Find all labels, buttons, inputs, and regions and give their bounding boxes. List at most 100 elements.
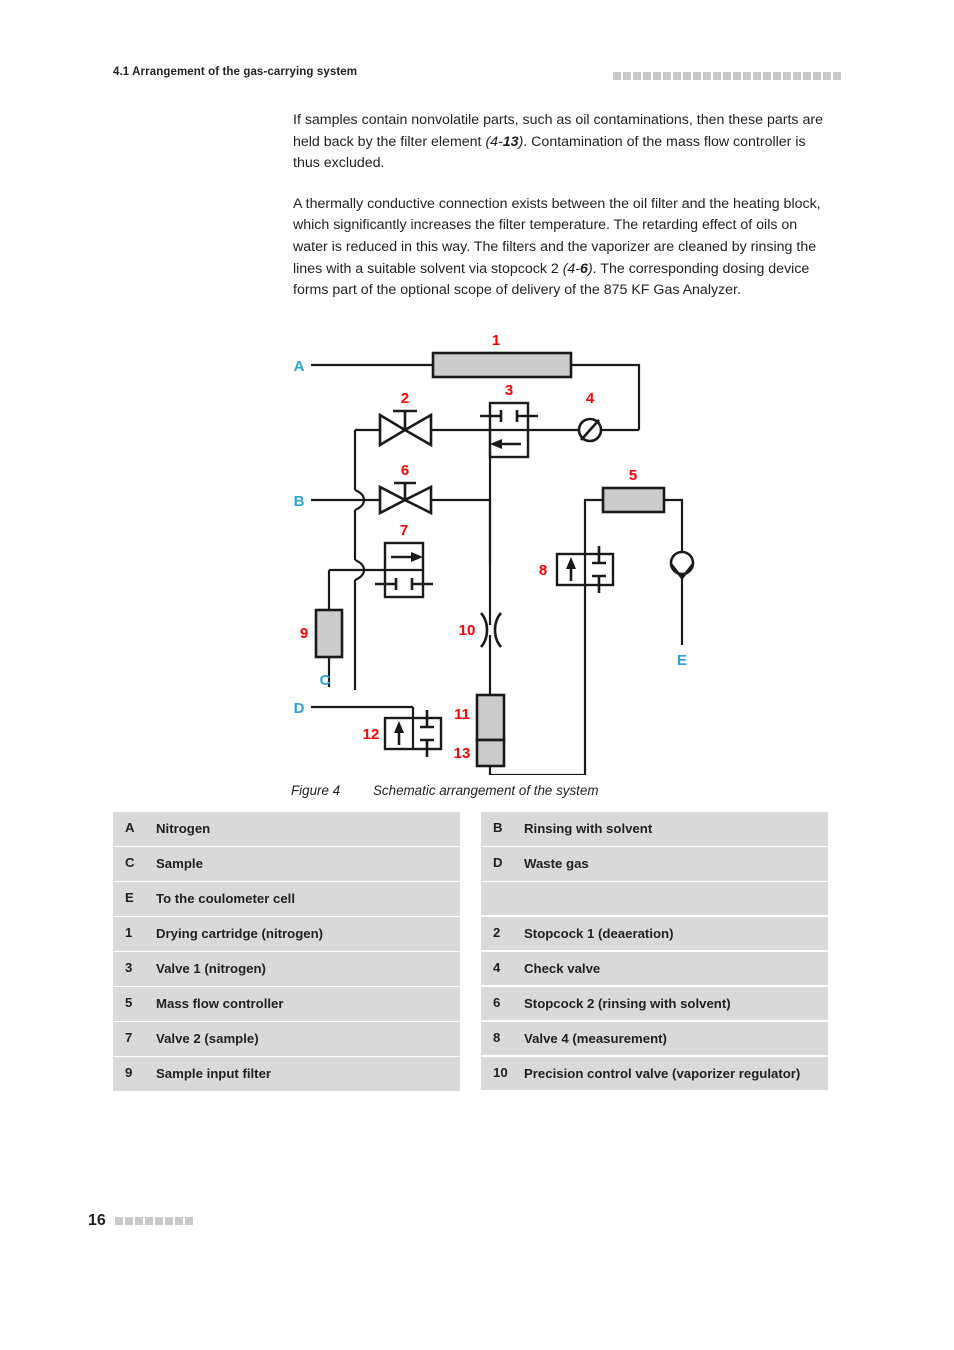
legend-row-key: E <box>125 890 134 905</box>
legend-column-right: B Rinsing with solvent D Waste gas 2 Stopcock… <box>481 812 828 1091</box>
label-number-1: 1 <box>492 335 500 349</box>
legend-row: C Sample <box>113 847 460 881</box>
port-label-B: B <box>294 493 305 510</box>
legend-row-value: Sample input filter <box>156 1066 272 1081</box>
legend-row-value: To the coulometer cell <box>156 891 295 906</box>
decoration-square <box>813 72 821 80</box>
component-mass-flow-controller <box>601 486 666 514</box>
paragraph-2-ref-number: 6 <box>580 260 588 277</box>
paragraph-2: A thermally conductive connection exists… <box>293 194 829 302</box>
legend-row-key: 4 <box>493 959 501 975</box>
decoration-square <box>683 72 691 80</box>
legend-row-value: Waste gas <box>524 856 589 871</box>
legend-row: 4 Check valve <box>481 951 828 985</box>
label-number-9: 9 <box>300 625 308 642</box>
legend-row: 6 Stopcock 2 (rinsing with solvent) <box>481 986 828 1020</box>
paragraph-1: If samples contain nonvolatile parts, su… <box>293 110 829 175</box>
legend-row-value: Sample <box>156 856 203 871</box>
legend-row-key: D <box>493 855 503 870</box>
document-page: 4.1 Arrangement of the gas-carrying syst… <box>0 0 954 1350</box>
legend-row-value: Rinsing with solvent <box>524 821 653 836</box>
page-header: 4.1 Arrangement of the gas-carrying syst… <box>113 66 841 86</box>
decoration-square <box>753 72 761 80</box>
paragraph-1-ref-number: 13 <box>502 133 519 150</box>
legend-column-left: A Nitrogen C Sample E To the coulometer cell 1… <box>113 812 460 1091</box>
legend-row-key: 5 <box>125 995 133 1010</box>
label-number-10: 10 <box>459 622 476 639</box>
decoration-square <box>164 1217 173 1225</box>
footer-page-number: 16 <box>88 1212 106 1229</box>
legend-row-value: Mass flow controller <box>156 996 284 1011</box>
legend-row-value: Stopcock 2 (rinsing with solvent) <box>524 995 731 1011</box>
component-check-valve-outlet <box>669 550 695 581</box>
legend-row-value: Drying cartridge (nitrogen) <box>156 926 324 941</box>
decoration-square <box>803 72 811 80</box>
decoration-square <box>693 72 701 80</box>
decoration-square <box>134 1217 143 1225</box>
legend-row-key: 3 <box>125 960 133 975</box>
decoration-square <box>184 1217 193 1225</box>
legend-row-key: 2 <box>493 924 501 940</box>
line-waste-gas <box>311 705 415 718</box>
decoration-square <box>713 72 721 80</box>
decoration-square <box>673 72 681 80</box>
decoration-square <box>643 72 651 80</box>
legend-row: 3 Valve 1 (nitrogen) <box>113 952 460 986</box>
decoration-square <box>663 72 671 80</box>
legend-row-key: 10 <box>493 1064 508 1080</box>
legend-row-value: Valve 1 (nitrogen) <box>156 961 266 976</box>
legend-row <box>481 882 828 915</box>
label-number-12: 12 <box>363 726 380 743</box>
decoration-square <box>763 72 771 80</box>
legend-row-value: Valve 4 (measurement) <box>524 1030 667 1046</box>
legend-row-key: 7 <box>125 1030 133 1045</box>
legend-row-key: B <box>493 820 503 835</box>
legend-row: 10 Precision control valve (vaporizer reg… <box>481 1056 828 1090</box>
component-vaporizer-11 <box>475 693 506 742</box>
legend-row: B Rinsing with solvent <box>481 812 828 846</box>
legend-row: 1 Drying cartridge (nitrogen) <box>113 917 460 951</box>
decoration-square <box>833 72 841 80</box>
label-number-7: 7 <box>400 522 408 539</box>
label-number-5: 5 <box>629 467 637 484</box>
legend-row-value: Valve 2 (sample) <box>156 1031 259 1046</box>
decoration-square <box>793 72 801 80</box>
footer-decoration-squares <box>114 1217 193 1225</box>
decoration-square <box>633 72 641 80</box>
legend-row: 8 Valve 4 (measurement) <box>481 1021 828 1055</box>
label-number-6: 6 <box>401 462 409 479</box>
port-label-C: C <box>320 672 331 689</box>
legend-row-key: C <box>125 855 135 870</box>
component-valve-12 <box>383 710 443 757</box>
schematic-diagram: .ln { stroke:#1a1a1a; stroke-width:2.2; … <box>285 335 715 775</box>
figure-caption-text: Schematic arrangement of the system <box>373 783 599 798</box>
label-number-8: 8 <box>539 562 547 579</box>
paragraph-2-ref-prefix: (4- <box>562 260 581 277</box>
decoration-square <box>174 1217 183 1225</box>
decoration-square <box>124 1217 133 1225</box>
decoration-square <box>723 72 731 80</box>
label-number-11: 11 <box>454 706 470 723</box>
decoration-square <box>783 72 791 80</box>
figure-caption-number: Figure 4 <box>291 783 341 798</box>
component-stopcock-2 <box>378 481 433 516</box>
legend-row-value: Check valve <box>524 960 601 976</box>
header-decoration-squares <box>613 72 841 80</box>
decoration-square <box>154 1217 163 1225</box>
decoration-square <box>733 72 741 80</box>
page-footer: 16 <box>88 1212 193 1230</box>
decoration-square <box>144 1217 153 1225</box>
figure-caption: Figure 4 Schematic arrangement of the sys… <box>291 783 851 798</box>
port-label-A: A <box>294 358 305 375</box>
legend-row: A Nitrogen <box>113 812 460 846</box>
port-label-E: E <box>677 652 687 669</box>
legend-row-key: 8 <box>493 1029 501 1045</box>
decoration-square <box>114 1217 123 1225</box>
decoration-square <box>743 72 751 80</box>
legend-row: 7 Valve 2 (sample) <box>113 1022 460 1056</box>
legend-row-value: Stopcock 1 (deaeration) <box>524 925 674 941</box>
header-section-title: 4.1 Arrangement of the gas-carrying syst… <box>113 66 358 78</box>
legend-row-key: 1 <box>125 925 133 940</box>
legend-row-key: 6 <box>493 994 501 1010</box>
component-drying-cartridge <box>431 351 573 379</box>
